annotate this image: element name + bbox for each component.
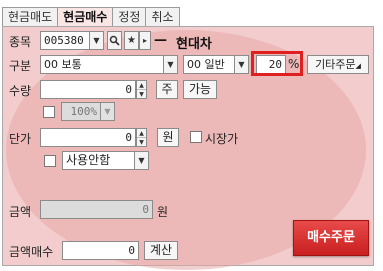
corner-arrow-icon: ◢: [355, 62, 361, 70]
condition-dropdown[interactable]: ▼: [234, 55, 249, 74]
tab-cash-buy[interactable]: 현금매수: [57, 7, 114, 28]
down-arrow-icon[interactable]: ▼: [137, 90, 146, 99]
stock-label: 종목: [9, 35, 32, 49]
chevron-down-icon: ▼: [238, 60, 245, 69]
amount-buy-label: 금액매수: [9, 245, 54, 259]
market-price-checkbox[interactable]: [190, 131, 202, 143]
price-label: 단가: [9, 132, 32, 146]
ratio-dropdown: ▼: [100, 102, 115, 121]
chevron-down-icon: ▼: [138, 156, 145, 165]
other-order-button[interactable]: 기타주문◢: [307, 55, 369, 74]
usage-select[interactable]: 사용안함: [62, 151, 135, 170]
order-type-select[interactable]: 00 보통: [40, 55, 164, 74]
stock-code-input[interactable]: 005380: [40, 31, 90, 50]
tab-modify[interactable]: 정정: [112, 7, 147, 27]
amount-buy-input[interactable]: 0: [62, 241, 139, 260]
ratio-checkbox[interactable]: [43, 106, 55, 118]
chevron-down-icon: ▼: [93, 36, 100, 45]
quantity-stepper[interactable]: ▲ ▼: [136, 80, 147, 99]
market-price-label: 시장가: [205, 132, 239, 146]
tab-cancel[interactable]: 취소: [145, 7, 180, 27]
ratio-select: 100%: [61, 102, 101, 121]
search-icon: [109, 35, 120, 46]
favorite-button[interactable]: ★: [124, 31, 139, 50]
buy-order-button[interactable]: 매수주문: [293, 220, 369, 256]
amount-unit: 원: [157, 205, 169, 219]
chevron-down-icon: ▼: [104, 107, 111, 116]
stock-name: 현대차: [176, 37, 212, 52]
search-button[interactable]: [107, 31, 122, 50]
usage-dropdown[interactable]: ▼: [134, 151, 149, 170]
quantity-input[interactable]: 0: [40, 80, 136, 99]
up-arrow-icon[interactable]: ▲: [137, 129, 146, 138]
stock-code-dropdown[interactable]: ▼: [89, 31, 104, 50]
price-input[interactable]: 0: [40, 128, 136, 147]
division-label: 구분: [9, 59, 32, 73]
highlight-box: [251, 51, 303, 76]
favorite-dropdown[interactable]: ▸: [139, 31, 151, 50]
chevron-right-icon: ▸: [142, 36, 147, 45]
chevron-down-icon: ▼: [167, 60, 174, 69]
tab-cash-sell[interactable]: 현금매도: [2, 7, 59, 27]
amount-label: 금액: [9, 205, 32, 219]
won-unit-button[interactable]: 원: [157, 128, 179, 147]
down-arrow-icon[interactable]: ▼: [137, 138, 146, 147]
order-type-dropdown[interactable]: ▼: [163, 55, 178, 74]
amount-display: 0: [40, 200, 153, 219]
star-icon: ★: [127, 35, 136, 46]
stock-name-dash: —: [154, 33, 167, 48]
condition-select[interactable]: 00 일반: [183, 55, 235, 74]
calculate-button[interactable]: 계산: [144, 241, 178, 260]
quantity-label: 수량: [9, 84, 32, 98]
possible-quantity-button[interactable]: 가능: [183, 80, 217, 99]
usage-checkbox[interactable]: [44, 155, 56, 167]
other-order-label: 기타주문: [315, 58, 356, 71]
order-tabs: 현금매도 현금매수 정정 취소: [2, 7, 180, 28]
price-stepper[interactable]: ▲ ▼: [136, 128, 147, 147]
up-arrow-icon[interactable]: ▲: [137, 81, 146, 90]
share-unit-button[interactable]: 주: [156, 80, 178, 99]
